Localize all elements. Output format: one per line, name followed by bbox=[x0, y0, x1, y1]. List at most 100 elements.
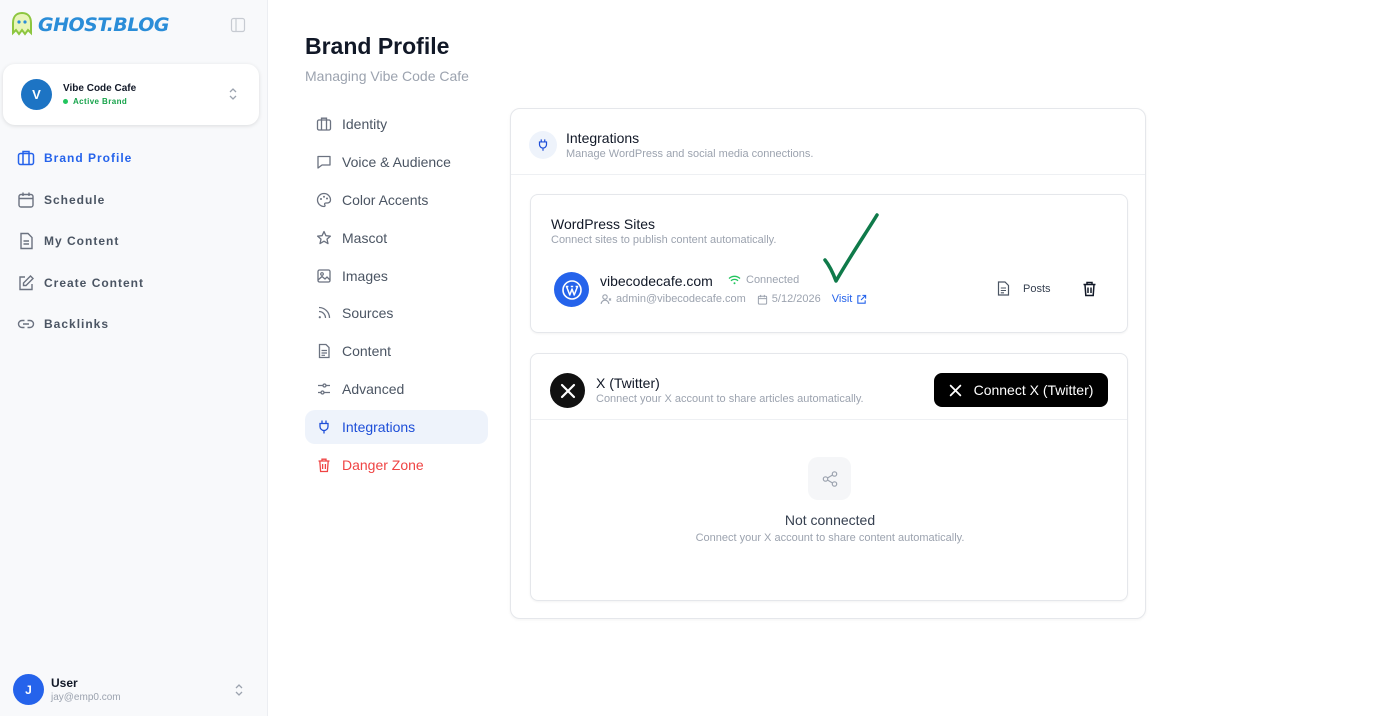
x-description: Connect your X account to share articles… bbox=[596, 393, 864, 405]
admin-email: admin@vibecodecafe.com bbox=[616, 293, 746, 305]
delete-site-trash-icon[interactable] bbox=[1082, 281, 1097, 297]
user-email: jay@emp0.com bbox=[51, 692, 121, 703]
tab-content[interactable]: Content bbox=[305, 334, 488, 368]
edit-icon bbox=[16, 273, 36, 293]
visit-label: Visit bbox=[831, 293, 853, 305]
chevron-up-down-icon bbox=[235, 684, 243, 696]
wifi-icon bbox=[728, 275, 741, 285]
sidebar-nav: Brand Profile Schedule My Content Create… bbox=[16, 148, 144, 356]
tab-identity[interactable]: Identity bbox=[305, 107, 488, 141]
share-icon bbox=[808, 457, 851, 500]
user-icon bbox=[600, 294, 612, 305]
integrations-panel: Integrations Manage WordPress and social… bbox=[510, 108, 1146, 619]
palette-icon bbox=[316, 192, 332, 208]
trash-icon bbox=[316, 457, 332, 473]
sidebar-toggle-icon[interactable] bbox=[230, 17, 246, 33]
sidebar-item-label: Brand Profile bbox=[44, 151, 133, 165]
brand-name: Vibe Code Cafe bbox=[63, 83, 137, 94]
panel-header: Integrations Manage WordPress and social… bbox=[511, 109, 1145, 175]
sidebar-item-my-content[interactable]: My Content bbox=[16, 231, 144, 251]
tab-label: Color Accents bbox=[342, 191, 429, 208]
brand-switcher[interactable]: V Vibe Code Cafe Active Brand bbox=[3, 64, 259, 125]
tab-label: Voice & Audience bbox=[342, 153, 451, 170]
posts-button[interactable]: Posts bbox=[997, 281, 1051, 296]
settings-nav: Identity Voice & Audience Color Accents … bbox=[305, 107, 488, 486]
brand-status: Active Brand bbox=[63, 97, 136, 106]
briefcase-icon bbox=[316, 116, 332, 132]
document-icon bbox=[16, 231, 36, 251]
status-label: Connected bbox=[746, 274, 800, 286]
star-icon bbox=[316, 230, 332, 246]
x-logo-icon bbox=[550, 373, 585, 408]
empty-state-title: Not connected bbox=[784, 512, 876, 528]
status-dot-icon bbox=[63, 99, 68, 104]
sidebar-item-brand-profile[interactable]: Brand Profile bbox=[16, 148, 144, 168]
brand-status-label: Active Brand bbox=[73, 97, 128, 106]
sliders-icon bbox=[316, 381, 332, 397]
user-avatar: J bbox=[13, 674, 44, 705]
calendar-icon bbox=[16, 190, 36, 210]
calendar-icon bbox=[757, 294, 767, 305]
sidebar: GHOST.BLOG V Vibe Code Cafe Active Brand… bbox=[0, 0, 268, 716]
panel-title: Integrations bbox=[566, 130, 640, 146]
x-logo-icon bbox=[949, 384, 961, 396]
x-title: X (Twitter) bbox=[596, 375, 660, 391]
x-card-header: X (Twitter) Connect your X account to sh… bbox=[531, 354, 1127, 420]
wordpress-card: WordPress Sites Connect sites to publish… bbox=[530, 194, 1128, 333]
tab-label: Integrations bbox=[342, 419, 416, 436]
sidebar-item-label: Backlinks bbox=[44, 317, 110, 332]
app-logo[interactable]: GHOST.BLOG bbox=[9, 11, 169, 39]
tab-integrations[interactable]: Integrations bbox=[305, 410, 488, 445]
tab-label: Images bbox=[342, 267, 388, 284]
tab-label: Danger Zone bbox=[342, 457, 424, 474]
site-admin: admin@vibecodecafe.com bbox=[600, 293, 746, 305]
empty-state-description: Connect your X account to share content … bbox=[695, 532, 965, 544]
tab-images[interactable]: Images bbox=[305, 259, 488, 293]
link-icon bbox=[16, 314, 36, 334]
checkmark-annotation-icon bbox=[823, 213, 879, 283]
tab-label: Identity bbox=[342, 116, 388, 132]
tab-advanced[interactable]: Advanced bbox=[305, 372, 488, 406]
page-title: Brand Profile bbox=[305, 33, 450, 59]
ghost-logo-icon bbox=[12, 11, 32, 36]
tab-mascot[interactable]: Mascot bbox=[305, 221, 488, 255]
logo-text: GHOST.BLOG bbox=[38, 14, 169, 36]
chevron-up-down-icon bbox=[229, 88, 237, 100]
tab-label: Content bbox=[342, 343, 392, 360]
tab-danger-zone[interactable]: Danger Zone bbox=[305, 448, 488, 482]
sidebar-item-create-content[interactable]: Create Content bbox=[16, 273, 144, 293]
brand-avatar: V bbox=[21, 79, 52, 110]
tab-label: Advanced bbox=[342, 381, 405, 398]
sidebar-item-label: Create Content bbox=[44, 275, 145, 290]
plug-icon bbox=[316, 419, 332, 435]
user-menu[interactable]: J User jay@emp0.com bbox=[13, 674, 253, 705]
sidebar-item-label: My Content bbox=[44, 234, 120, 249]
message-square-icon bbox=[316, 154, 332, 170]
tab-label: Sources bbox=[342, 305, 394, 322]
file-text-icon bbox=[997, 281, 1010, 296]
sidebar-item-label: Schedule bbox=[44, 192, 106, 207]
connected-date: 5/12/2026 bbox=[771, 293, 821, 305]
sidebar-item-backlinks[interactable]: Backlinks bbox=[16, 314, 144, 334]
site-date: 5/12/2026 bbox=[757, 293, 821, 305]
tab-label: Mascot bbox=[342, 229, 388, 246]
plug-icon bbox=[529, 131, 557, 159]
rss-icon bbox=[316, 305, 332, 321]
briefcase-icon bbox=[16, 148, 36, 168]
image-icon bbox=[316, 268, 332, 284]
tab-color-accents[interactable]: Color Accents bbox=[305, 183, 488, 217]
tab-voice-audience[interactable]: Voice & Audience bbox=[305, 145, 488, 179]
sidebar-item-schedule[interactable]: Schedule bbox=[16, 190, 144, 210]
site-name: vibecodecafe.com bbox=[600, 273, 713, 289]
connect-x-button[interactable]: Connect X (Twitter) bbox=[934, 373, 1108, 407]
user-name: User bbox=[51, 676, 78, 690]
visit-link[interactable]: Visit bbox=[832, 293, 868, 305]
wordpress-description: Connect sites to publish content automat… bbox=[551, 234, 777, 246]
x-twitter-card: X (Twitter) Connect your X account to sh… bbox=[530, 353, 1128, 601]
posts-label: Posts bbox=[1023, 282, 1051, 295]
wordpress-icon bbox=[554, 272, 589, 307]
site-meta: admin@vibecodecafe.com 5/12/2026 Visit bbox=[600, 293, 867, 305]
file-text-icon bbox=[316, 343, 332, 359]
page-subtitle: Managing Vibe Code Cafe bbox=[305, 68, 469, 84]
tab-sources[interactable]: Sources bbox=[305, 296, 488, 330]
